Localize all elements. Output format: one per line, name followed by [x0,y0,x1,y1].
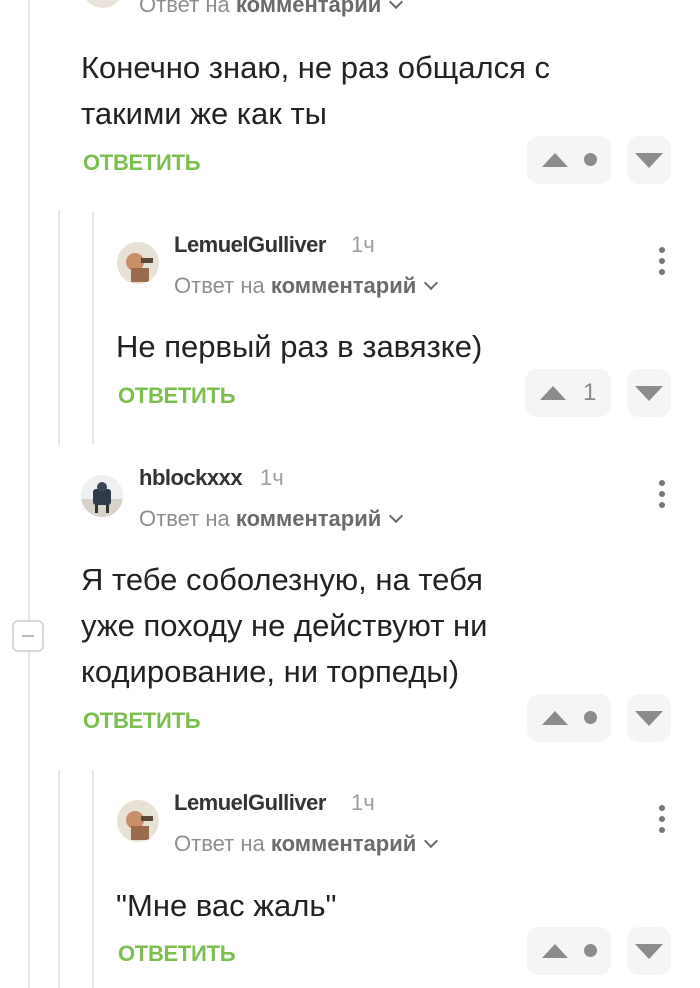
avatar [117,242,159,284]
avatar [117,800,159,842]
triangle-down-icon [635,711,663,726]
chevron-down-icon [389,508,404,524]
comment-text: "Мне вас жаль" [116,888,337,923]
reply-button[interactable]: ОТВЕТИТЬ [83,150,201,176]
triangle-down-icon [635,386,663,401]
author-name[interactable]: hblockxxx [139,465,243,491]
downvote-button[interactable] [627,369,671,417]
comment-time: 1ч [351,232,375,257]
rating-dot [584,944,597,957]
triangle-up-icon [542,153,568,167]
upvote-button[interactable] [527,136,611,184]
upvote-button[interactable] [527,694,611,742]
author-name[interactable]: LemuelGulliver [174,232,326,258]
triangle-up-icon [542,711,568,725]
reply-button[interactable]: ОТВЕТИТЬ [118,383,236,409]
comment-time: 1ч [260,465,284,490]
downvote-button[interactable] [627,136,671,184]
triangle-down-icon [635,153,663,168]
reply-button[interactable]: ОТВЕТИТЬ [118,941,236,967]
comment-text: Не первый раз в завязке) [116,329,483,364]
reply-to-link[interactable]: Ответ на комментарий [174,273,439,299]
triangle-down-icon [635,944,663,959]
more-options-icon[interactable] [652,245,672,279]
collapse-thread-button[interactable] [12,620,44,652]
more-options-icon[interactable] [652,803,672,837]
reply-to-link[interactable]: Ответ на комментарий [139,506,404,532]
thread-line-indent-2 [92,770,94,988]
author-name[interactable]: LemuelGulliver [174,790,326,816]
comment-text: Конечно знаю, не раз общался с такими же… [81,50,550,131]
rating-dot [584,711,597,724]
thread-line-nested-1 [58,210,60,445]
downvote-button[interactable] [627,694,671,742]
avatar [81,475,123,517]
thread-line-nested-2 [58,770,60,988]
thread-line-indent-1 [92,212,94,444]
more-options-icon[interactable] [652,478,672,512]
upvote-button[interactable]: 1 [525,369,611,417]
reply-to-link[interactable]: Ответ на комментарий [139,0,404,18]
chevron-down-icon [389,0,404,10]
reply-button[interactable]: ОТВЕТИТЬ [83,708,201,734]
chevron-down-icon [424,275,439,291]
upvote-button[interactable] [527,927,611,975]
comment-text: Я тебе соболезную, на тебя уже походу не… [81,562,488,689]
triangle-up-icon [542,944,568,958]
rating-count: 1 [583,379,597,406]
thread-line-main [28,0,30,988]
chevron-down-icon [424,833,439,849]
downvote-button[interactable] [627,927,671,975]
rating-dot [584,153,597,166]
avatar [82,0,124,8]
reply-to-link[interactable]: Ответ на комментарий [174,831,439,857]
comment-time: 1ч [351,790,375,815]
triangle-up-icon [540,386,566,400]
